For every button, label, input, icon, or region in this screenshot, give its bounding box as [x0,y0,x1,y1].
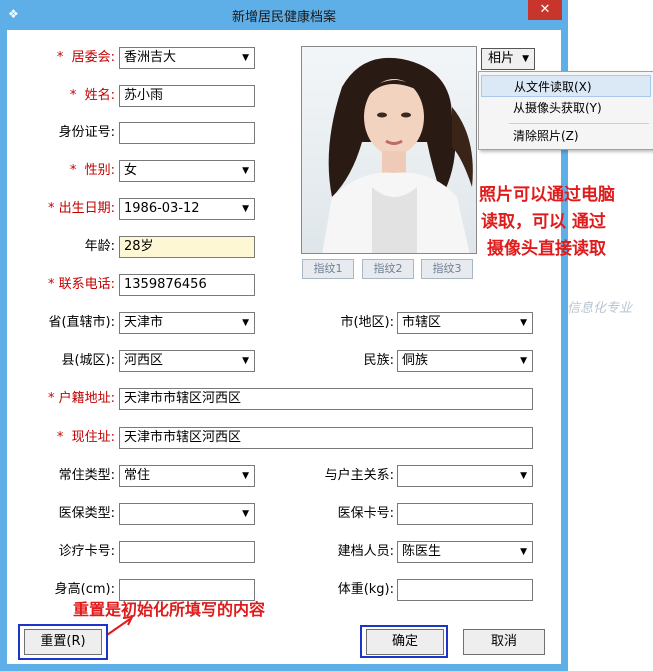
title-bar: ❖ 新增居民健康档案 ✕ [0,0,568,30]
residence-type-label: 常住类型: [58,468,115,483]
county-label: 县(城区): [61,353,115,368]
id-number-label: 身份证号: [58,125,115,140]
menu-item-read-from-camera[interactable]: 从摄像头获取(Y) [481,97,651,119]
committee-select[interactable]: 香洲吉大 ▼ [119,47,255,69]
record-creator-label: 建档人员: [337,544,394,559]
clinic-card-input[interactable] [119,541,255,563]
ethnicity-label: 民族: [363,353,394,368]
dropdown-arrow-icon: ▼ [520,547,527,557]
city-label: 市(地区): [340,315,394,330]
photo-menu-button[interactable]: 相片 ▼ [481,48,535,70]
registered-address-input[interactable]: 天津市市辖区河西区 [119,388,533,410]
reset-note: 重置是初始化所填写的内容 [73,600,266,619]
phone-label: * 联系电话: [47,277,115,292]
fingerprint-1-button[interactable]: 指纹1 [302,259,354,279]
dropdown-arrow-icon: ▼ [242,356,249,366]
dropdown-arrow-icon: ▼ [242,318,249,328]
cancel-button[interactable]: 取消 [463,629,545,655]
current-address-input[interactable]: 天津市市辖区河西区 [119,427,533,449]
current-address-label: * 现住址: [56,430,115,445]
id-number-input[interactable] [119,122,255,144]
portrait-image [302,47,476,253]
registered-address-label: * 户籍地址: [47,391,115,406]
city-select[interactable]: 市辖区 ▼ [397,312,533,334]
weight-input[interactable] [397,579,533,601]
dropdown-arrow-icon: ▼ [520,318,527,328]
residence-type-select[interactable]: 常住 ▼ [119,465,255,487]
portrait-photo [301,46,477,254]
age-label: 年龄: [84,239,115,254]
name-label: * 姓名: [69,88,115,103]
phone-input[interactable]: 1359876456 [119,274,255,296]
annotation-arrow-icon [106,615,134,636]
ethnicity-select[interactable]: 侗族 ▼ [397,350,533,372]
dropdown-arrow-icon: ▼ [242,166,249,176]
photo-note-line-2: 读取，可以 通过 [481,212,606,232]
dropdown-arrow-icon: ▼ [242,204,249,214]
menu-item-clear-photo[interactable]: 清除照片(Z) [481,125,651,147]
province-select[interactable]: 天津市 ▼ [119,312,255,334]
record-creator-select[interactable]: 陈医生 ▼ [397,541,533,563]
photo-note-line-3: 摄像头直接读取 [487,239,606,259]
fingerprint-3-button[interactable]: 指纹3 [421,259,473,279]
dropdown-arrow-icon: ▼ [242,471,249,481]
photo-dropdown-menu: 从文件读取(X) 从摄像头获取(Y) 清除照片(Z) [478,71,653,150]
dropdown-arrow-icon: ▼ [522,54,529,64]
birth-date-picker[interactable]: 1986-03-12 ▼ [119,198,255,220]
photo-note-line-1: 照片可以通过电脑 [479,185,615,205]
age-field: 28岁 [119,236,255,258]
dropdown-arrow-icon: ▼ [242,509,249,519]
insurance-card-label: 医保卡号: [337,506,394,521]
province-label: 省(直辖市): [48,315,115,330]
watermark-text: 信息化专业 [567,301,633,316]
close-button[interactable]: ✕ [528,0,562,20]
gender-label: * 性别: [69,163,115,178]
insurance-type-select[interactable]: ▼ [119,503,255,525]
reset-highlight-box [18,624,108,660]
relation-label: 与户主关系: [324,468,394,483]
committee-label: * 居委会: [56,50,115,65]
name-input[interactable]: 苏小雨 [119,85,255,107]
menu-item-read-from-file[interactable]: 从文件读取(X) [481,75,651,97]
window-title: 新增居民健康档案 [231,10,336,25]
ok-highlight-box [360,625,448,658]
insurance-card-input[interactable] [397,503,533,525]
relation-select[interactable]: ▼ [397,465,533,487]
dropdown-arrow-icon: ▼ [520,356,527,366]
clinic-card-label: 诊疗卡号: [58,544,115,559]
birth-date-label: * 出生日期: [47,201,115,216]
county-select[interactable]: 河西区 ▼ [119,350,255,372]
fingerprint-2-button[interactable]: 指纹2 [362,259,414,279]
gender-select[interactable]: 女 ▼ [119,160,255,182]
dropdown-arrow-icon: ▼ [242,53,249,63]
weight-label: 体重(kg): [337,582,394,597]
menu-separator [509,123,649,124]
insurance-type-label: 医保类型: [58,506,115,521]
dropdown-arrow-icon: ▼ [520,471,527,481]
